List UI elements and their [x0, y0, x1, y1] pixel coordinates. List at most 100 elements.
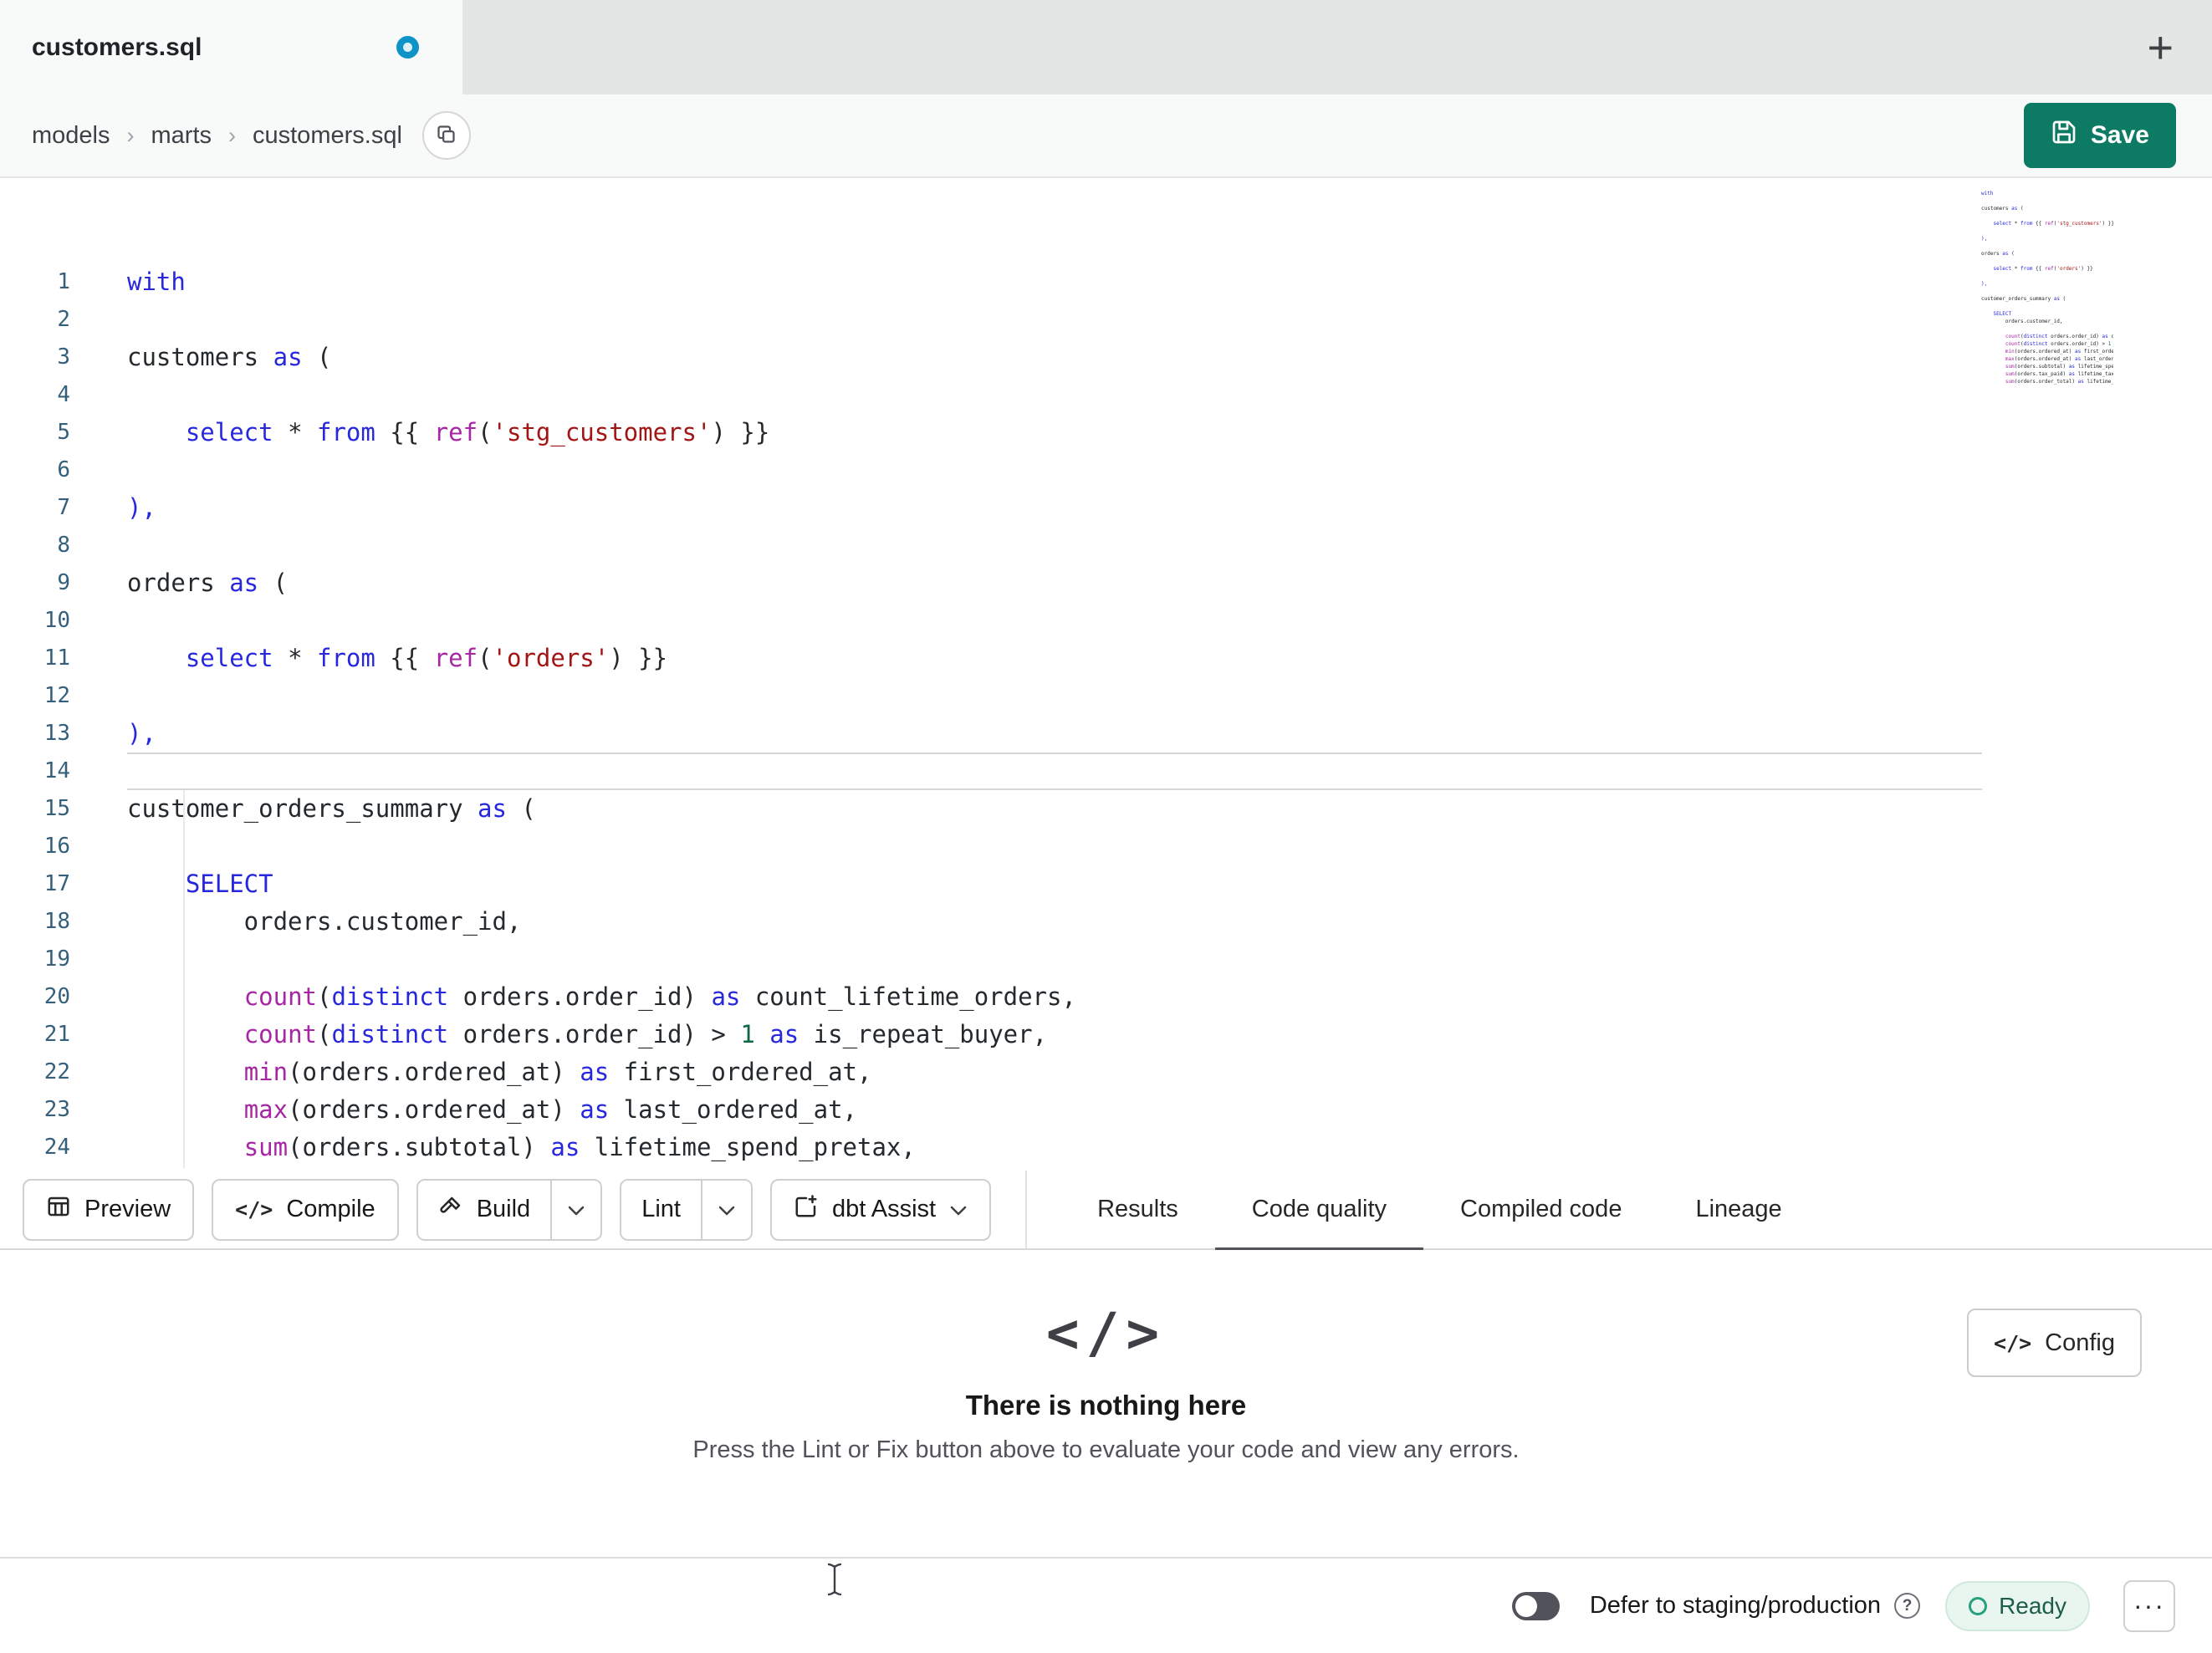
code-line[interactable]: 15 customer_orders_summary as ( [0, 790, 2212, 828]
file-tab-label: customers.sql [32, 33, 202, 61]
code-line[interactable]: 9 orders as ( [0, 564, 2212, 602]
code-line[interactable]: 5 select * from {{ ref('stg_customers') … [0, 414, 2212, 452]
more-options-button[interactable]: ··· [2123, 1579, 2175, 1632]
code-line[interactable]: 8 [0, 527, 2212, 564]
line-number: 1 [57, 269, 70, 294]
toggle-knob-icon [1515, 1594, 1537, 1617]
code-line[interactable]: 10 [0, 602, 2212, 640]
defer-label: Defer to staging/production [1589, 1592, 1882, 1619]
compile-button[interactable]: </> Compile [212, 1178, 399, 1241]
table-icon [46, 1194, 71, 1226]
copy-icon [435, 123, 457, 148]
code-editor[interactable]: 1 with 2 3 customers as ( 4 5 select * from {{… [0, 178, 2212, 1171]
code-brackets-icon: </> [1045, 1301, 1167, 1365]
lint-dropdown-button[interactable] [700, 1180, 751, 1239]
empty-state-title: There is nothing here [965, 1390, 1247, 1421]
code-line[interactable]: 2 [0, 301, 2212, 339]
code-line[interactable]: 4 [0, 376, 2212, 414]
code-line[interactable]: 16 [0, 828, 2212, 865]
tab-code-quality[interactable]: Code quality [1214, 1170, 1424, 1251]
line-number: 18 [43, 909, 70, 934]
breadcrumb-item-customers-sql[interactable]: customers.sql [253, 122, 402, 150]
chevron-down-icon [718, 1196, 736, 1223]
line-number: 7 [57, 495, 70, 520]
line-number: 12 [43, 683, 70, 708]
line-number: 3 [57, 344, 70, 370]
save-button[interactable]: Save [2023, 103, 2176, 168]
code-line[interactable]: 13), [0, 715, 2212, 753]
save-button-label: Save [2090, 121, 2149, 149]
lint-button-group: Lint [620, 1178, 753, 1241]
code-line[interactable]: 3 customers as ( [0, 339, 2212, 376]
breadcrumb: models › marts › customers.sql [32, 122, 402, 150]
chevron-down-icon [949, 1196, 968, 1223]
line-number: 9 [57, 570, 70, 595]
dbt-assist-button-label: dbt Assist [831, 1196, 937, 1222]
line-number: 23 [43, 1097, 70, 1122]
code-line[interactable]: 22 min(orders.ordered_at) as first_order… [0, 1054, 2212, 1091]
copy-file-button[interactable] [421, 111, 471, 160]
code-lines: 1 with 2 3 customers as ( 4 5 select * from {{… [0, 263, 2212, 1171]
build-button-group: Build [416, 1178, 603, 1241]
code-brackets-icon: </> [235, 1197, 273, 1222]
code-line[interactable]: 14 [0, 753, 2212, 790]
line-number: 11 [43, 645, 70, 671]
line-number: 19 [43, 946, 70, 972]
breadcrumb-item-marts[interactable]: marts [151, 122, 212, 150]
lint-button[interactable]: Lint [621, 1180, 701, 1239]
ready-status-label: Ready [1999, 1592, 2066, 1619]
code-line[interactable]: 6 [0, 452, 2212, 489]
line-number: 14 [43, 758, 70, 783]
code-line[interactable]: 7), [0, 489, 2212, 527]
defer-toggle[interactable] [1511, 1591, 1560, 1620]
line-number: 20 [43, 984, 70, 1009]
code-line[interactable]: 21 count(distinct orders.order_id) > 1 a… [0, 1016, 2212, 1054]
unsaved-changes-dot-icon [396, 36, 419, 59]
code-line[interactable]: 17 SELECT [0, 865, 2212, 903]
line-number: 16 [43, 834, 70, 859]
code-line[interactable]: 18 orders.customer_id, [0, 903, 2212, 941]
line-number: 22 [43, 1059, 70, 1084]
results-panel: </> Config </> There is nothing here Pre… [0, 1250, 2212, 1557]
line-number: 4 [57, 382, 70, 407]
preview-button[interactable]: Preview [23, 1178, 195, 1241]
result-panel-tabs: Results Code quality Compiled code Linea… [1060, 1170, 1819, 1251]
build-dropdown-button[interactable] [550, 1180, 601, 1239]
ready-status-badge[interactable]: Ready [1945, 1580, 2090, 1631]
sparkle-square-icon [794, 1194, 819, 1226]
hammer-icon [438, 1194, 463, 1226]
editor-toolbar: Preview </> Compile Build Lint dbt Assis… [0, 1170, 2212, 1251]
lint-button-label: Lint [641, 1196, 681, 1222]
line-number: 8 [57, 533, 70, 558]
build-button-label: Build [476, 1196, 531, 1222]
toolbar-divider [1025, 1170, 1028, 1249]
indent-guide [183, 790, 185, 1168]
file-tab-customers-sql[interactable]: customers.sql [0, 0, 462, 94]
line-number: 15 [43, 796, 70, 821]
code-line[interactable]: 24 sum(orders.subtotal) as lifetime_spen… [0, 1129, 2212, 1166]
line-number: 24 [43, 1135, 70, 1160]
code-line[interactable]: 11 select * from {{ ref('orders') }} [0, 640, 2212, 677]
code-line[interactable]: 19 [0, 941, 2212, 978]
line-number: 17 [43, 871, 70, 896]
tab-results[interactable]: Results [1060, 1170, 1215, 1249]
build-button[interactable]: Build [417, 1180, 551, 1239]
breadcrumb-bar: models › marts › customers.sql Save [0, 94, 2212, 178]
line-number: 25 [0, 1166, 70, 1171]
editor-tab-bar: customers.sql + [0, 0, 2212, 94]
status-ring-icon [1969, 1596, 1988, 1615]
line-number: 2 [57, 307, 70, 332]
code-line[interactable]: 1 with [0, 263, 2212, 301]
line-number: 10 [43, 608, 70, 633]
tab-compiled-code[interactable]: Compiled code [1423, 1170, 1658, 1249]
editor-minimap[interactable]: with customers as ( select * from {{ ref(… [1981, 190, 2113, 390]
dbt-assist-button[interactable]: dbt Assist [769, 1178, 992, 1241]
code-line[interactable]: 12 [0, 677, 2212, 715]
tab-lineage[interactable]: Lineage [1658, 1170, 1818, 1249]
new-tab-button[interactable]: + [2147, 25, 2174, 70]
help-icon[interactable]: ? [1894, 1593, 1921, 1619]
empty-state-subtitle: Press the Lint or Fix button above to ev… [692, 1436, 1520, 1463]
code-line[interactable]: 20 count(distinct orders.order_id) as co… [0, 978, 2212, 1016]
breadcrumb-item-models[interactable]: models [32, 122, 110, 150]
code-line[interactable]: 23 max(orders.ordered_at) as last_ordere… [0, 1091, 2212, 1129]
